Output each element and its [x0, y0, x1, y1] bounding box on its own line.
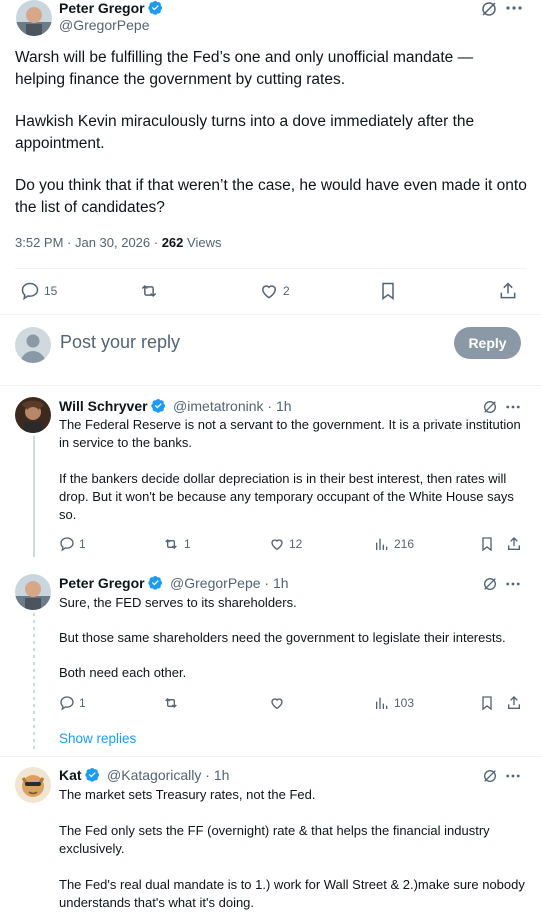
divider [0, 314, 542, 315]
author-name[interactable]: Peter Gregor [59, 0, 163, 16]
bookmark-action[interactable] [479, 695, 495, 711]
reply-icon [60, 696, 74, 711]
author-handle[interactable]: @GregorPepe · 1h [170, 575, 289, 591]
reply-paragraph: The Fed's real dual mandate is to 1.) wo… [59, 877, 525, 910]
verified-badge-icon [150, 398, 165, 413]
bookmark-icon [382, 282, 394, 300]
repost-icon [141, 284, 157, 298]
verified-badge-icon [84, 767, 99, 782]
tweet-timestamp[interactable]: 3:52 PM · Jan 30, 2026 · 262 Views [15, 235, 221, 250]
avatar[interactable] [15, 574, 51, 610]
reply-icon [60, 537, 74, 552]
composer-avatar [15, 327, 51, 363]
reply-input[interactable]: Post your reply [60, 332, 180, 353]
divider [0, 385, 542, 386]
tweet-paragraph: Warsh will be fulfilling the Fed’s one a… [15, 49, 474, 88]
avatar[interactable] [15, 397, 51, 433]
verified-badge-icon [147, 0, 162, 15]
repost-action[interactable] [162, 695, 180, 711]
verified-badge-icon [147, 575, 162, 590]
divider [15, 268, 527, 269]
tweet-text: Warsh will be fulfilling the Fed’s one a… [15, 47, 527, 219]
bookmark-icon [482, 537, 492, 552]
author-handle[interactable]: @imetatronink · 1h [173, 398, 291, 414]
heart-icon [261, 285, 277, 299]
reply-text: Sure, the FED serves to its shareholders… [59, 594, 529, 682]
author-handle[interactable]: @Katagorically · 1h [107, 767, 229, 783]
share-icon [508, 696, 520, 709]
reply-paragraph: The Federal Reserve is not a servant to … [59, 417, 521, 450]
reply-text: The Federal Reserve is not a servant to … [59, 416, 529, 524]
reply-button[interactable]: Reply [454, 327, 521, 359]
share-action[interactable] [506, 536, 522, 552]
reply-paragraph: The Fed only sets the FF (overnight) rat… [59, 823, 490, 856]
reply-action[interactable]: 1 [59, 536, 86, 552]
bookmark-action[interactable] [479, 536, 495, 552]
author-name[interactable]: Kat [59, 767, 82, 783]
reply-action[interactable]: 1 [59, 695, 86, 711]
repost-icon [165, 539, 177, 549]
reply-icon [21, 282, 39, 301]
views-action[interactable]: 216 [374, 536, 414, 552]
reply-paragraph: Both need each other. [59, 665, 187, 680]
repost-action[interactable] [138, 281, 160, 301]
divider [0, 756, 542, 757]
reply-header: Peter Gregor @GregorPepe · 1h [59, 575, 289, 593]
grok-icon[interactable] [480, 0, 500, 18]
share-icon [508, 537, 520, 550]
analytics-icon [376, 538, 388, 550]
bookmark-icon [482, 696, 492, 711]
reply-header: Will Schryver @imetatronink · 1h [59, 398, 292, 416]
reply-paragraph: If the bankers decide dollar depreciatio… [59, 471, 514, 522]
repost-icon [165, 698, 177, 708]
like-action[interactable] [269, 695, 285, 711]
author-name[interactable]: Will Schryver [59, 398, 148, 414]
thread-line [33, 436, 35, 557]
share-action[interactable] [506, 695, 522, 711]
reply-paragraph: Sure, the FED serves to its shareholders… [59, 595, 297, 610]
reply-header: Kat @Katagorically · 1h [59, 767, 229, 785]
reply-text: The market sets Treasury rates, not the … [59, 786, 529, 912]
bookmark-action[interactable] [378, 281, 398, 301]
views-count: 262 [161, 235, 184, 250]
thread-line [33, 613, 35, 750]
tweet-paragraph: Hawkish Kevin miraculously turns into a … [15, 113, 475, 152]
show-replies-link[interactable]: Show replies [59, 731, 136, 746]
avatar[interactable] [15, 767, 51, 803]
heart-icon [271, 539, 283, 551]
like-action[interactable]: 12 [269, 536, 302, 552]
like-action[interactable]: 2 [259, 281, 290, 301]
analytics-icon [376, 697, 388, 709]
views-action[interactable]: 103 [374, 695, 414, 711]
repost-action[interactable]: 1 [162, 536, 191, 552]
author-name[interactable]: Peter Gregor [59, 575, 145, 591]
reply-paragraph: The market sets Treasury rates, not the … [59, 787, 316, 802]
reply-paragraph: But those same shareholders need the gov… [59, 630, 506, 645]
reply-action[interactable]: 15 [20, 281, 57, 301]
heart-icon [271, 698, 283, 710]
share-icon [500, 282, 516, 299]
more-options-icon[interactable] [505, 0, 523, 16]
tweet-paragraph: Do you think that if that weren’t the ca… [15, 177, 527, 216]
avatar[interactable] [16, 0, 52, 36]
author-handle[interactable]: @GregorPepe [59, 17, 149, 33]
share-action[interactable] [498, 281, 518, 301]
